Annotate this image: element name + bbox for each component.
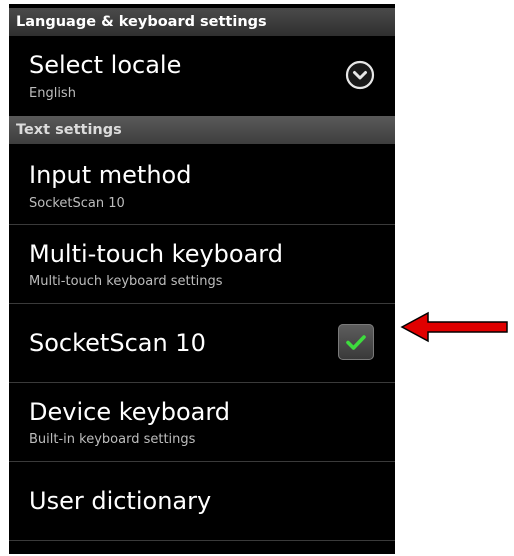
checkmark-icon xyxy=(346,335,366,350)
multitouch-keyboard-title: Multi-touch keyboard xyxy=(29,240,283,268)
input-method-title: Input method xyxy=(29,161,192,189)
input-method-value: SocketScan 10 xyxy=(29,196,125,211)
section-header-text-settings: Text settings xyxy=(9,116,395,144)
section-header-language: Language & keyboard settings xyxy=(9,8,395,36)
device-keyboard-title: Device keyboard xyxy=(29,398,231,426)
divider xyxy=(9,540,395,541)
socketscan-item[interactable]: SocketScan 10 xyxy=(9,304,395,382)
user-dictionary-item[interactable]: User dictionary xyxy=(9,462,395,540)
select-locale-title: Select locale xyxy=(29,51,182,79)
device-keyboard-subtitle: Built-in keyboard settings xyxy=(29,432,196,447)
multitouch-keyboard-item[interactable]: Multi-touch keyboard Multi-touch keyboar… xyxy=(9,225,395,303)
socketscan-checkbox[interactable] xyxy=(338,324,374,360)
socketscan-title: SocketScan 10 xyxy=(29,329,206,357)
chevron-down-circle-icon[interactable] xyxy=(345,60,375,90)
device-keyboard-item[interactable]: Device keyboard Built-in keyboard settin… xyxy=(9,383,395,461)
user-dictionary-title: User dictionary xyxy=(29,487,212,515)
select-locale-item[interactable]: Select locale English xyxy=(9,36,395,116)
input-method-item[interactable]: Input method SocketScan 10 xyxy=(9,144,395,224)
settings-screen: Language & keyboard settings Select loca… xyxy=(9,4,395,554)
red-arrow-icon xyxy=(400,311,508,343)
select-locale-value: English xyxy=(29,86,76,101)
multitouch-keyboard-subtitle: Multi-touch keyboard settings xyxy=(29,274,223,289)
